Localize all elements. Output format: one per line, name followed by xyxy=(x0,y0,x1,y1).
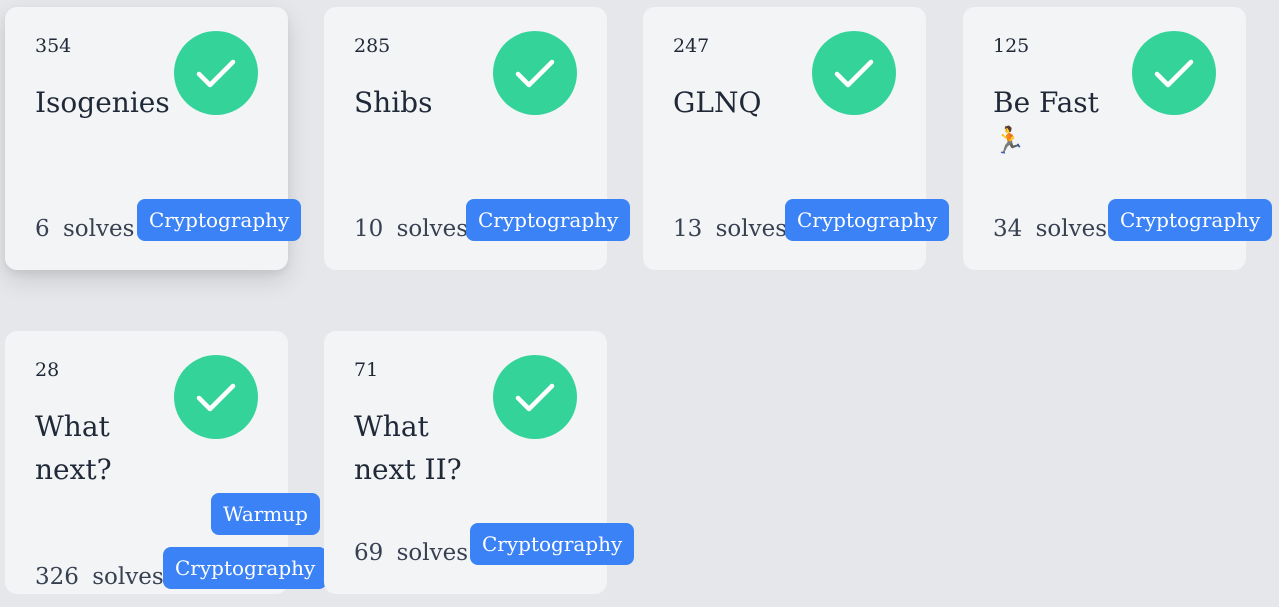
challenge-title: What next? xyxy=(35,405,145,491)
tag-cryptography[interactable]: Cryptography xyxy=(466,199,631,241)
tag-cryptography[interactable]: Cryptography xyxy=(163,547,328,589)
solves-label: solves xyxy=(396,216,469,242)
solves-count: 69 xyxy=(354,540,384,566)
tag-warmup[interactable]: Warmup xyxy=(211,493,320,535)
challenge-solves: 326 solves xyxy=(35,564,164,590)
challenge-points: 247 xyxy=(673,35,710,57)
tag-cryptography[interactable]: Cryptography xyxy=(1108,199,1273,241)
tag-cryptography[interactable]: Cryptography xyxy=(137,199,302,241)
challenge-card[interactable]: 125 Be Fast 🏃 34 solves Cryptography xyxy=(963,7,1273,270)
challenge-solves: 13 solves xyxy=(673,216,787,242)
challenge-solves: 34 solves xyxy=(993,216,1107,242)
challenge-solves: 6 solves xyxy=(35,216,134,242)
solves-label: solves xyxy=(92,564,164,590)
solves-label: solves xyxy=(715,216,788,242)
challenge-title-text: What next? xyxy=(35,410,112,486)
challenge-card[interactable]: 354 Isogenies 6 solves Cryptography xyxy=(5,7,302,270)
challenge-points: 28 xyxy=(35,359,60,381)
challenge-points: 125 xyxy=(993,35,1030,57)
solves-label: solves xyxy=(1035,216,1108,242)
tag-cryptography[interactable]: Cryptography xyxy=(470,523,635,565)
solves-label: solves xyxy=(62,216,135,242)
runner-emoji-icon: 🏃 xyxy=(993,126,1026,156)
solves-label: solves xyxy=(396,540,469,566)
challenge-title-text: Isogenies xyxy=(35,86,170,119)
challenge-card[interactable]: 28 What next? 326 solves Warmup Cryptogr… xyxy=(5,331,328,594)
challenge-title: Shibs xyxy=(354,81,504,124)
solved-check-icon xyxy=(493,31,577,115)
challenge-title: Isogenies xyxy=(35,81,185,124)
challenge-card[interactable]: 247 GLNQ 13 solves Cryptography xyxy=(643,7,950,270)
challenge-points: 71 xyxy=(354,359,379,381)
solved-check-icon xyxy=(1132,31,1216,115)
solves-count: 10 xyxy=(354,216,384,242)
challenge-card[interactable]: 71 What next II? 69 solves Cryptography xyxy=(324,331,635,594)
solves-count: 13 xyxy=(673,216,703,242)
challenge-card[interactable]: 285 Shibs 10 solves Cryptography xyxy=(324,7,631,270)
challenge-title: GLNQ xyxy=(673,81,823,124)
solved-check-icon xyxy=(493,355,577,439)
solved-check-icon xyxy=(174,31,258,115)
challenge-points: 285 xyxy=(354,35,391,57)
challenge-solves: 10 solves xyxy=(354,216,468,242)
solved-check-icon xyxy=(812,31,896,115)
solves-count: 326 xyxy=(35,564,79,590)
solves-count: 6 xyxy=(35,216,50,242)
solves-count: 34 xyxy=(993,216,1023,242)
challenge-title-text: Be Fast xyxy=(993,86,1099,119)
challenge-solves: 69 solves xyxy=(354,540,468,566)
challenge-title: What next II? xyxy=(354,405,484,491)
solved-check-icon xyxy=(174,355,258,439)
challenge-title-text: Shibs xyxy=(354,86,433,119)
tag-cryptography[interactable]: Cryptography xyxy=(785,199,950,241)
challenge-title-text: GLNQ xyxy=(673,86,762,119)
challenge-points: 354 xyxy=(35,35,72,57)
challenge-title: Be Fast 🏃 xyxy=(993,81,1143,158)
challenge-title-text: What next II? xyxy=(354,410,462,486)
